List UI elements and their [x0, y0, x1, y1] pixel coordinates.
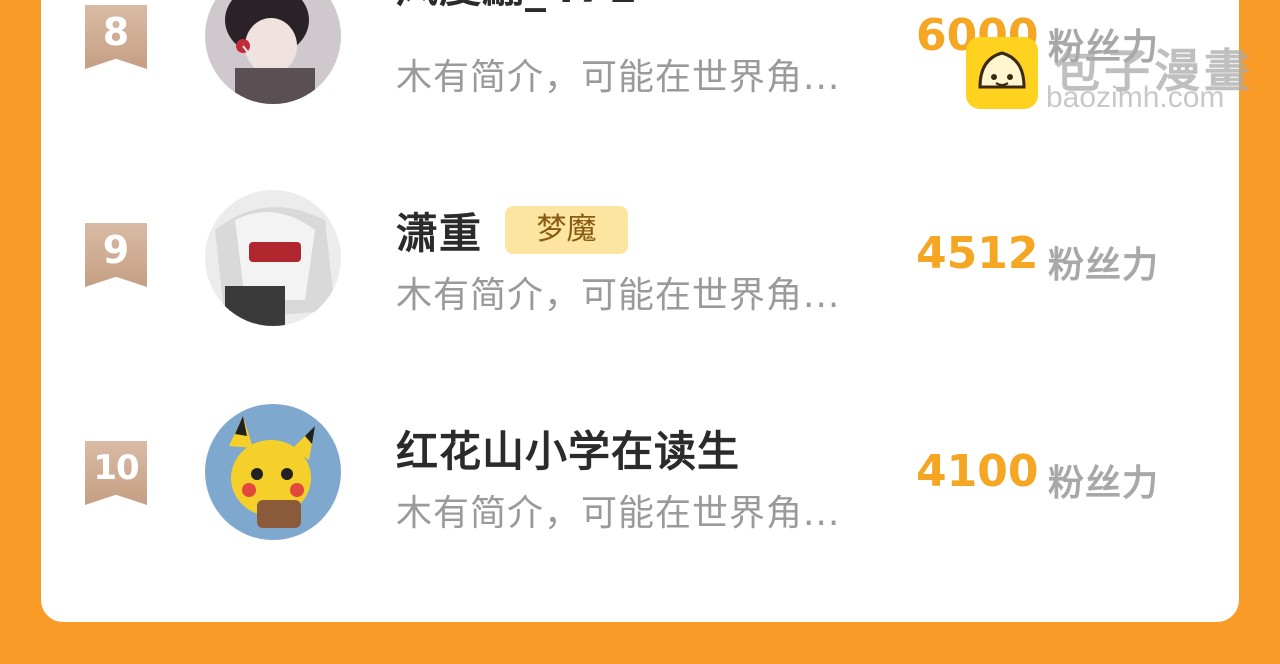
fans-unit: 粉丝力: [1048, 463, 1160, 504]
avatar-image: [205, 0, 341, 104]
rank-ribbon: 10: [85, 441, 147, 505]
list-item[interactable]: 10 红花山小学在读生 木有简介，可能在世界角... 4100 粉丝力: [0, 396, 1280, 556]
avatar-image: [205, 404, 341, 540]
avatar[interactable]: [205, 0, 341, 104]
avatar[interactable]: [205, 404, 341, 540]
fans-count: 4512: [916, 228, 1039, 279]
avatar-image: [205, 190, 341, 326]
site-watermark: 包子漫畫 baozimh.com: [964, 35, 1254, 115]
rank-ribbon: 8: [85, 5, 147, 69]
user-name[interactable]: 风度翩_471: [396, 0, 638, 15]
fans-unit: 粉丝力: [1048, 245, 1160, 286]
rank-ribbon: 9: [85, 223, 147, 287]
user-bio: 木有简介，可能在世界角...: [396, 493, 841, 534]
user-name[interactable]: 红花山小学在读生: [396, 418, 740, 479]
user-bio: 木有简介，可能在世界角...: [396, 275, 841, 316]
user-bio: 木有简介，可能在世界角...: [396, 57, 841, 98]
fans-count: 4100: [916, 446, 1039, 497]
avatar[interactable]: [205, 190, 341, 326]
list-item[interactable]: 9 潇重 梦魔 木有简介，可能在世界角... 4512 粉丝力: [0, 178, 1280, 338]
watermark-url: baozimh.com: [1046, 81, 1225, 114]
user-name[interactable]: 潇重: [396, 200, 482, 261]
user-badge: 梦魔: [505, 206, 628, 254]
bun-face-icon: [966, 37, 1038, 109]
